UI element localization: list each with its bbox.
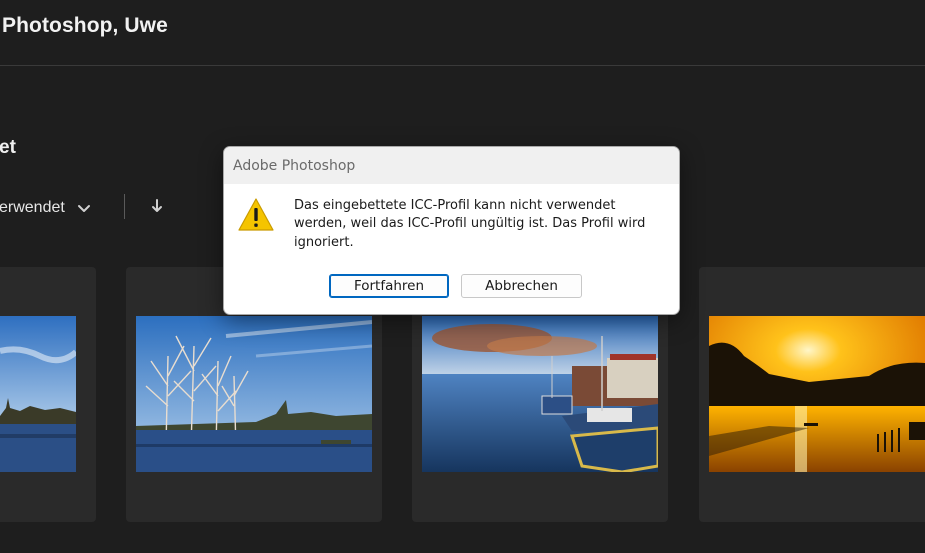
warning-dialog: Adobe Photoshop Das eingebettete ICC-Pro…	[223, 146, 680, 315]
cancel-button[interactable]: Abbrechen	[461, 274, 582, 298]
sort-direction-button[interactable]	[148, 195, 166, 217]
continue-button[interactable]: Fortfahren	[329, 274, 449, 298]
sort-dropdown-label: erwendet	[0, 199, 65, 216]
toolbar-divider	[124, 194, 125, 219]
section-title: et	[0, 137, 16, 158]
dialog-message: Das eingebettete ICC-Profil kann nicht v…	[294, 198, 646, 250]
header-divider	[0, 65, 925, 66]
sort-dropdown[interactable]: erwendet	[0, 196, 93, 220]
file-thumbnail	[136, 316, 372, 472]
file-thumbnail	[422, 316, 658, 472]
greeting-title: Photoshop, Uwe	[2, 14, 168, 37]
warning-icon	[237, 196, 275, 234]
dialog-titlebar[interactable]: Adobe Photoshop	[224, 147, 679, 184]
file-card[interactable]	[0, 267, 96, 522]
chevron-down-icon	[75, 199, 93, 217]
file-thumbnail	[709, 316, 925, 472]
file-card[interactable]	[699, 267, 925, 522]
arrow-down-icon	[152, 199, 162, 212]
dialog-title: Adobe Photoshop	[233, 157, 356, 174]
file-thumbnail	[0, 316, 76, 472]
